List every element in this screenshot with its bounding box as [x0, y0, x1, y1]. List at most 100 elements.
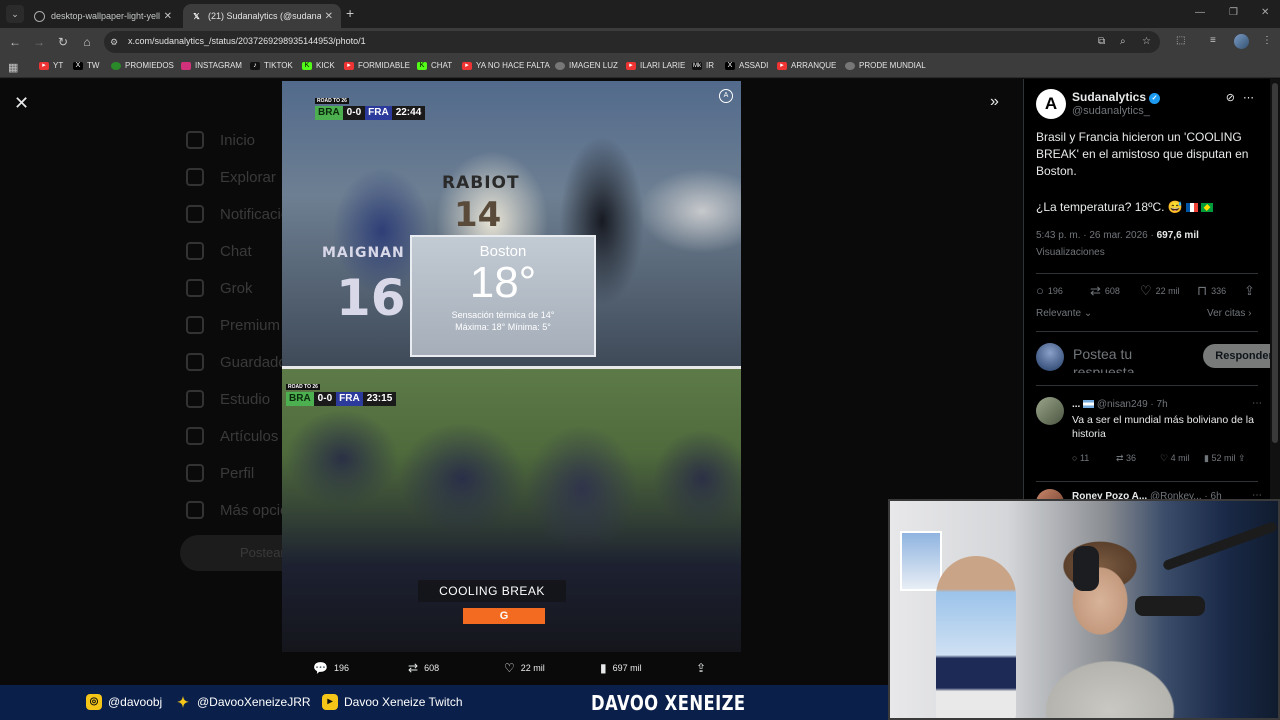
bookmark-prode-mundial[interactable]: PRODE MUNDIAL [845, 61, 926, 70]
close-viewer-icon[interactable]: ✕ [14, 93, 29, 114]
close-window-icon[interactable]: ✕ [1261, 7, 1269, 18]
bookmark-instagram[interactable]: INSTAGRAM [181, 61, 242, 70]
bookmark-chat[interactable]: K CHAT [417, 61, 452, 70]
reply-text: Va a ser el mundial más boliviano de la … [1072, 414, 1254, 440]
reading-list-icon[interactable]: ≡ [1210, 35, 1216, 46]
reply-post[interactable]: ... @nisan249 · 7h ⋯ Va a ser el mundial… [1036, 397, 1262, 477]
tweet-photo[interactable]: RABIOT 14 MAIGNAN 16 ROAD TO 26 BRA 0-0 … [282, 81, 741, 652]
share-stat[interactable]: ⇪ [1244, 283, 1259, 299]
repost-action[interactable]: ⇄ 608 [408, 661, 439, 675]
home-icon[interactable]: ⌂ [79, 34, 95, 50]
site-info-icon[interactable]: ⚙ [110, 36, 122, 48]
jersey-name-2: MAIGNAN [322, 245, 405, 261]
likes-stat[interactable]: ♡ 22 mil [1140, 283, 1180, 299]
weather-card: Boston 18° Sensación térmica de 14° Máxi… [410, 235, 596, 357]
score: 0-0 [313, 392, 337, 406]
author-handle[interactable]: @sudanalytics_ [1072, 105, 1150, 117]
reply-likes[interactable]: ♡ 4 mil [1160, 453, 1190, 464]
search-icon [186, 168, 204, 186]
views-count: 697,6 mil [1156, 230, 1199, 241]
sort-dropdown[interactable]: Relevante ⌄ [1036, 308, 1092, 319]
bookmark-ir[interactable]: Mk IR [692, 61, 714, 70]
reposts-stat[interactable]: ⇄ 608 [1090, 283, 1120, 299]
home-team: BRA [286, 392, 314, 406]
cooling-break-caption: COOLING BREAK [418, 580, 566, 602]
promiedos-icon [111, 61, 121, 70]
close-tab-icon[interactable]: ✕ [325, 11, 333, 22]
restore-icon[interactable]: ❐ [1229, 7, 1238, 18]
bg-nav-studio: Estudio [186, 390, 270, 408]
reply-author-avatar[interactable] [1036, 397, 1064, 425]
reply-author[interactable]: ... @nisan249 · 7h [1072, 399, 1168, 410]
kick-icon: K [417, 61, 427, 70]
forward-icon[interactable]: → [31, 34, 47, 50]
views-action[interactable]: ▮ 697 mil [600, 661, 642, 675]
home-icon [186, 131, 204, 149]
bookmark-star-icon[interactable]: ☆ [1142, 36, 1151, 47]
divider [1036, 385, 1258, 386]
bookmark-icon: ⊓ [1197, 283, 1208, 298]
browser-tab-x[interactable]: 𝕏 (21) Sudanalytics (@sudanalytics ✕ [183, 4, 341, 28]
minimize-icon[interactable]: — [1195, 7, 1205, 18]
back-icon[interactable]: ← [7, 34, 23, 50]
profile-avatar[interactable] [1234, 34, 1249, 49]
reply-reposts[interactable]: ⇄ 36 [1116, 453, 1136, 464]
tweet-author[interactable]: A Sudanalytics ✓ @sudanalytics_ ⊘⋯ [1036, 89, 1262, 119]
install-app-icon[interactable]: ⧉ [1098, 36, 1105, 47]
reload-icon[interactable]: ↻ [55, 34, 71, 50]
reply-input[interactable]: Postea tu respuesta [1073, 345, 1173, 373]
reply-replies[interactable]: ○ 11 [1072, 453, 1089, 463]
article-icon [186, 427, 204, 445]
bookmark-tiktok[interactable]: ♪ TIKTOK [250, 61, 293, 70]
x-icon: X [725, 61, 735, 70]
more-icon[interactable]: ⋯ [1252, 398, 1262, 409]
collapse-panel-icon[interactable]: » [990, 93, 999, 111]
author-avatar[interactable]: A [1036, 89, 1066, 119]
bookmark-yt[interactable]: ▸ YT [39, 61, 63, 70]
bookmark-assadi[interactable]: X ASSADI [725, 61, 768, 70]
zoom-icon[interactable]: ⌕ [1120, 36, 1126, 47]
new-tab-icon[interactable]: + [346, 5, 354, 21]
grok-icon[interactable]: ⊘ [1226, 92, 1243, 104]
away-team: FRA [336, 392, 363, 406]
reply-button[interactable]: Responder [1203, 344, 1280, 368]
apps-grid-icon[interactable]: ▦ [8, 61, 18, 74]
bg-nav-articles: Artículos [186, 427, 278, 445]
browser-menu-icon[interactable]: ⋮ [1262, 35, 1272, 46]
broadcast-tag: ROAD TO 26 [286, 384, 320, 390]
match-clock: 23:15 [362, 392, 397, 406]
bookmark-imagen-luz[interactable]: IMAGEN LUZ [555, 61, 618, 70]
address-bar[interactable]: ⚙ x.com/sudanalytics_/status/20372692989… [104, 31, 1160, 53]
share-action[interactable]: ⇪ [696, 661, 712, 675]
bookmark-arranque[interactable]: ▸ ARRANQUE [777, 61, 836, 70]
extensions-icon[interactable]: ⬚ [1176, 35, 1185, 46]
view-quotes-link[interactable]: Ver citas › [1207, 308, 1251, 319]
bookmark-ya-no-hace-falta[interactable]: ▸ YA NO HACE FALTA [462, 61, 550, 70]
instagram-icon: ◎ [86, 694, 102, 710]
bookmark-tw[interactable]: X TW [73, 61, 99, 70]
bookmark-kick[interactable]: K KICK [302, 61, 335, 70]
bookmark-formidable[interactable]: ▸ FORMIDABLE [344, 61, 410, 70]
weather-temp: 18° [469, 258, 537, 307]
reply-icon: 💬 [313, 661, 328, 675]
close-tab-icon[interactable]: ✕ [164, 11, 172, 22]
reply-action[interactable]: 💬 196 [313, 661, 349, 675]
bookmark-promiedos[interactable]: PROMIEDOS [111, 61, 174, 70]
browser-tab-wallpaper[interactable]: desktop-wallpaper-light-yellow ✕ [26, 4, 180, 28]
reply-icon: ○ [1036, 283, 1044, 298]
replies-stat[interactable]: ○ 196 [1036, 283, 1063, 298]
more-icon [186, 501, 204, 519]
more-icon[interactable]: ⋯ [1243, 92, 1262, 104]
url-text[interactable]: x.com/sudanalytics_/status/2037269298935… [128, 36, 366, 46]
scrollbar-thumb[interactable] [1272, 83, 1278, 443]
studio-icon [186, 390, 204, 408]
bookmark-ilari-larie[interactable]: ▸ ILARI LARIE [626, 61, 685, 70]
like-action[interactable]: ♡ 22 mil [504, 661, 545, 675]
bg-nav-grok: Grok [186, 279, 253, 297]
bookmarks-stat[interactable]: ⊓ 336 [1197, 283, 1226, 299]
tweet-menu[interactable]: ⊘⋯ [1226, 91, 1262, 104]
tab-search-icon[interactable]: ⌄ [6, 5, 24, 23]
reply-views[interactable]: ▮ 52 mil ⇪ [1204, 453, 1246, 464]
author-name[interactable]: Sudanalytics ✓ [1072, 90, 1161, 104]
heart-icon: ♡ [504, 661, 515, 675]
